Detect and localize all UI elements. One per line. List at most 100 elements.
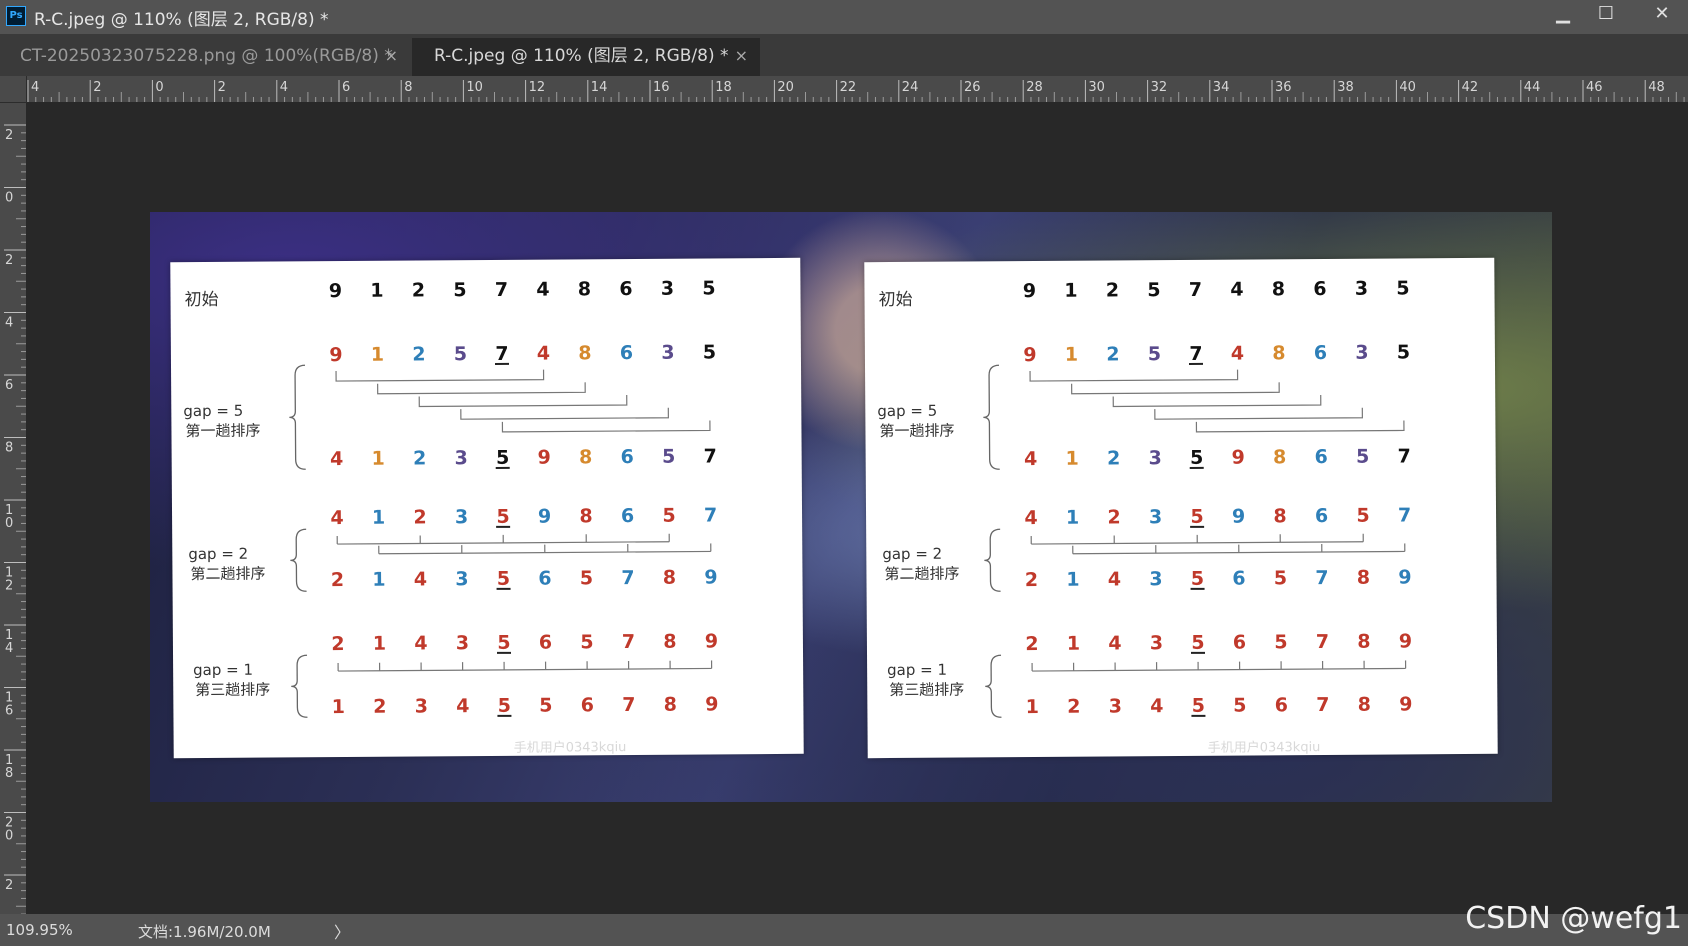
sequence-number: 9: [1231, 447, 1244, 469]
sequence-number: 1: [371, 344, 384, 366]
sequence-number: 6: [581, 694, 594, 716]
sequence-number: 6: [1275, 694, 1288, 716]
bracket-shape: [289, 364, 306, 470]
sequence-number: 5: [702, 277, 715, 299]
ruler-label: 8: [404, 80, 412, 95]
row-label-initial: 初始: [878, 290, 912, 310]
vertical-ruler-ticks: 2024681012141618202: [4, 124, 26, 914]
sequence-number: 5: [1148, 343, 1161, 365]
vertical-ruler[interactable]: 2024681012141618202: [0, 76, 26, 914]
bracket-shape: [290, 528, 307, 592]
gap1-connector: [1032, 667, 1406, 672]
sequence-number: 9: [704, 566, 717, 588]
document-image[interactable]: 初始 gap = 5 第一趟排序 gap = 2 第二趟排序 gap = 1 第三趟排序 9 1…: [150, 212, 1552, 802]
sequence-number: 5: [1397, 341, 1410, 363]
ruler-label: 40: [1399, 80, 1416, 95]
sequence-number: 5: [496, 447, 509, 469]
sequence-number: 2: [1107, 506, 1120, 528]
shell-sort-figure: 初始 gap = 5 第一趟排序 gap = 2 第二趟排序 gap = 1 第三趟排序 9 1…: [877, 277, 1412, 755]
sequence-number: 3: [1355, 278, 1368, 300]
sequence-number: 1: [372, 569, 385, 591]
sequence-number: 2: [1025, 633, 1038, 655]
ruler-label: 28: [1026, 80, 1043, 95]
ruler-label: 6: [342, 80, 350, 95]
sequence-number: 5: [1396, 277, 1409, 299]
sequence-number: 3: [1355, 342, 1368, 364]
ruler-label: 4: [31, 80, 39, 95]
close-window-icon[interactable]: ✕: [1642, 0, 1682, 30]
sequence-number: 6: [620, 342, 633, 364]
tab-close-icon[interactable]: ×: [385, 38, 398, 74]
sequence-number: 3: [661, 278, 674, 300]
sequence-number: 1: [372, 507, 385, 529]
sequence-number: 1: [1065, 448, 1078, 470]
sequence-number: 5: [703, 341, 716, 363]
sequence-number: 4: [414, 632, 427, 654]
tab-label: R-C.jpeg @ 110% (图层 2, RGB/8) *: [434, 46, 729, 66]
horizontal-ruler[interactable]: 4 2 0 2 4 6 8 10 12 14 16 18 20 22 24 26 28 30 32 34 36 38 40 4…: [0, 76, 1688, 102]
sequence-number: 3: [1149, 568, 1162, 590]
sequence-number: 9: [1398, 566, 1411, 588]
sequence-number: 8: [579, 446, 592, 468]
tab-close-icon[interactable]: ×: [735, 38, 748, 74]
sequence-number: 7: [1398, 504, 1411, 526]
ruler-label: 8: [5, 441, 13, 456]
ruler-label: 2: [5, 878, 13, 893]
sequence-number: 3: [661, 342, 674, 364]
ruler-label: 8: [5, 766, 13, 781]
sequence-number: 6: [538, 568, 551, 590]
ruler-label: 4: [5, 641, 13, 656]
sequence-number: 9: [537, 447, 550, 469]
sequence-number: 2: [1107, 447, 1120, 469]
sequence-number: 3: [415, 695, 428, 717]
gap-label: gap = 1: [887, 661, 947, 679]
sequence-number: 5: [580, 631, 593, 653]
sequence-number: 4: [1024, 507, 1037, 529]
sequence-number: 3: [1109, 695, 1122, 717]
sequence-number: 4: [330, 448, 343, 470]
zoom-level[interactable]: 109.95%: [6, 921, 73, 939]
ruler-label: 24: [902, 80, 919, 95]
ruler-label: 2: [5, 253, 13, 268]
ruler-label: 42: [1462, 80, 1479, 95]
sequence-number: 2: [331, 569, 344, 591]
sequence-number: 1: [1065, 344, 1078, 366]
gap-label: gap = 5: [183, 402, 243, 420]
sequence-number: 1: [1066, 507, 1079, 529]
ruler-label: 36: [1275, 80, 1292, 95]
sequence-number: 4: [1150, 695, 1163, 717]
sequence-number: 7: [1189, 343, 1202, 365]
sequence-number: 5: [496, 506, 509, 528]
gap-label: gap = 5: [877, 402, 937, 420]
tab-ct-png[interactable]: CT-20250323075228.png @ 100%(RGB/8) * ×: [0, 38, 410, 76]
gap5-connector: [501, 420, 711, 433]
sequence-number: 6: [1313, 278, 1326, 300]
status-menu-arrow-icon[interactable]: 〉: [334, 919, 350, 943]
sequence-number: 2: [1067, 696, 1080, 718]
ruler-label: 2: [218, 80, 226, 95]
ruler-label: 18: [715, 80, 732, 95]
gap1-connector: [338, 667, 712, 672]
minimize-icon[interactable]: ▁: [1543, 0, 1583, 30]
ruler-label: 20: [777, 80, 794, 95]
maximize-icon[interactable]: ☐: [1586, 0, 1626, 30]
sequence-number: 7: [1397, 445, 1410, 467]
sequence-number: 4: [1108, 632, 1121, 654]
sequence-number: 4: [537, 343, 550, 365]
sequence-number: 7: [495, 343, 508, 365]
sequence-number: 4: [1024, 448, 1037, 470]
sequence-number: 5: [1274, 631, 1287, 653]
sequence-number: 2: [413, 506, 426, 528]
tab-rc-jpeg[interactable]: R-C.jpeg @ 110% (图层 2, RGB/8) * ×: [412, 38, 760, 76]
bracket-shape: [291, 654, 308, 718]
sequence-number: 5: [1190, 447, 1203, 469]
sequence-number: 4: [414, 568, 427, 590]
bracket-shape: [983, 364, 1000, 470]
ruler-label: 46: [1586, 80, 1603, 95]
ruler-corner[interactable]: [0, 76, 27, 103]
gap5-connector: [1112, 395, 1322, 408]
sequence-number: 2: [1106, 279, 1119, 301]
sequence-number: 2: [1025, 569, 1038, 591]
gap5-connector: [1154, 407, 1363, 420]
sequence-number: 7: [495, 279, 508, 301]
